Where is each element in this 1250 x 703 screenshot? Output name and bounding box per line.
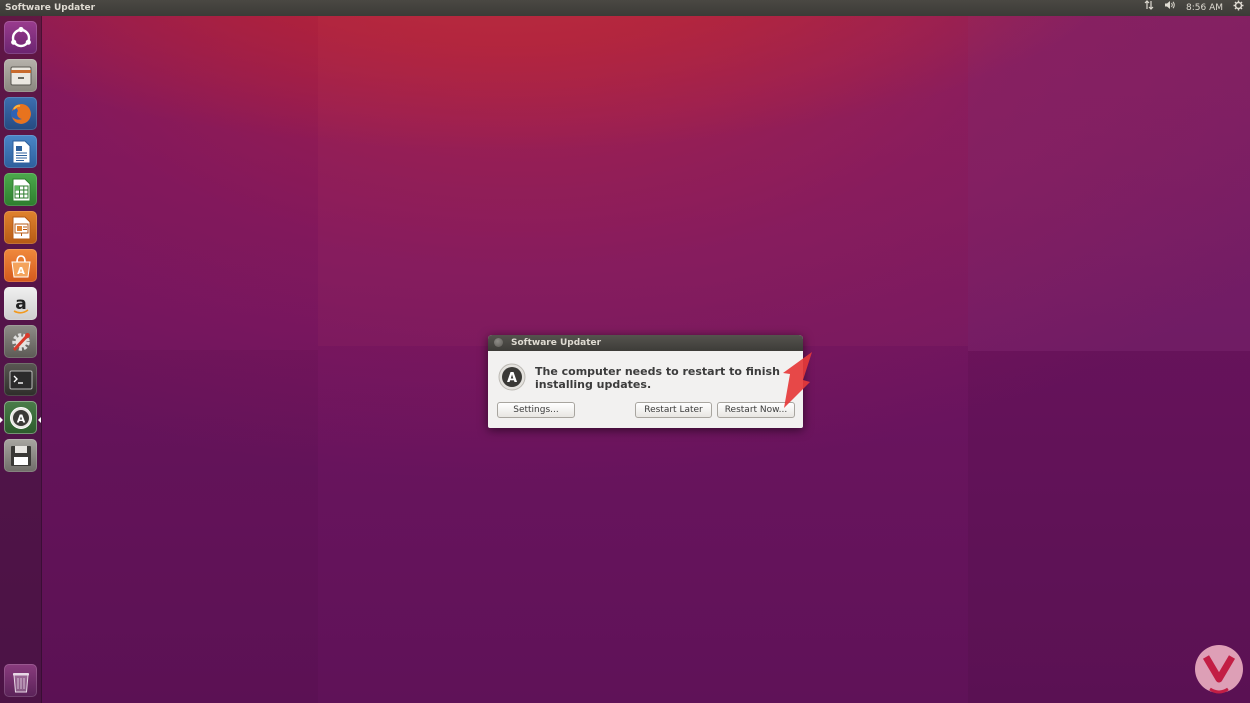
launcher: A a A [0,16,42,703]
clock[interactable]: 8:56 AM [1186,0,1223,16]
launcher-item-disk[interactable] [4,439,37,472]
software-updater-icon: A [9,406,32,429]
trash-icon [12,672,29,692]
impress-icon [12,216,30,239]
dialog-titlebar[interactable]: Software Updater [488,335,803,351]
settings-icon [11,332,30,351]
dialog-title: Software Updater [511,338,602,348]
network-icon[interactable] [1144,0,1154,16]
launcher-item-writer[interactable] [4,135,37,168]
launcher-item-trash[interactable] [4,664,37,697]
calc-icon [12,178,30,201]
launcher-item-dash-home[interactable] [4,21,37,54]
settings-button[interactable]: Settings... [497,402,575,418]
close-button[interactable] [494,338,503,347]
active-window-title: Software Updater [5,3,96,13]
launcher-item-system-settings[interactable] [4,325,37,358]
software-updater-icon: A [498,363,526,391]
firefox-icon [10,103,31,124]
watermark-logo-icon [1195,645,1243,694]
restart-later-button[interactable]: Restart Later [635,402,712,418]
launcher-item-calc[interactable] [4,173,37,206]
launcher-item-files[interactable] [4,59,37,92]
software-center-icon: A [10,254,31,277]
annotation-arrow-icon [783,352,812,408]
gear-icon[interactable] [1233,0,1244,17]
terminal-icon [9,370,32,389]
launcher-item-terminal[interactable] [4,363,37,396]
launcher-item-software[interactable]: A [4,249,37,282]
top-panel: Software Updater 8:56 AM [0,0,1250,16]
svg-text:A: A [507,371,517,386]
writer-icon [12,140,30,163]
amazon-icon: a [13,294,28,314]
floppy-disk-icon [10,445,31,466]
software-updater-dialog: Software Updater A The computer needs to… [488,335,803,428]
svg-text:A: A [17,266,25,277]
launcher-item-firefox[interactable] [4,97,37,130]
volume-icon[interactable] [1164,0,1176,16]
file-cabinet-icon [10,66,31,85]
launcher-item-software-updater[interactable]: A [4,401,37,434]
dialog-message: The computer needs to restart to finish … [535,365,780,391]
launcher-item-amazon[interactable]: a [4,287,37,320]
svg-text:A: A [16,412,25,425]
ubuntu-logo-icon [10,26,31,47]
launcher-item-impress[interactable] [4,211,37,244]
